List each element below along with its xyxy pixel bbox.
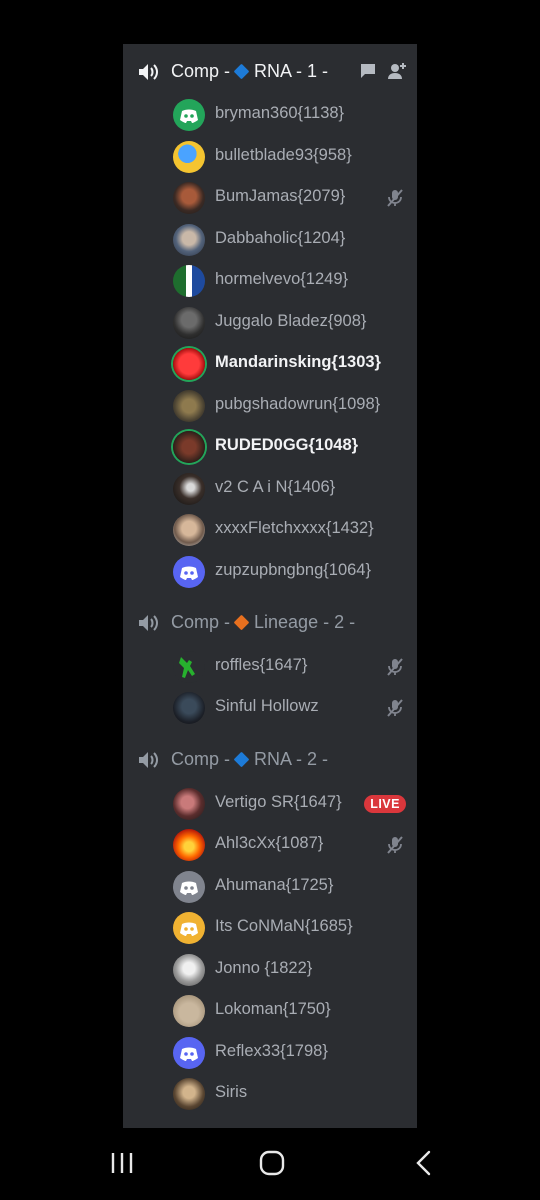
voice-member[interactable]: hormelvevo{1249} [123,262,417,300]
muted-mic-icon [387,699,403,717]
member-name: Reflex33{1798} [215,1042,328,1060]
home-icon[interactable] [258,1149,286,1177]
channel-name-prefix: Comp - [171,61,231,81]
voice-channel-list: Comp - RNA - 1 - bryman360{1138} bulletb… [123,44,417,1128]
member-name: Sinful Hollowz [215,697,319,715]
member-name: Its CoNMaN{1685} [215,917,353,935]
channel-name: Comp - Lineage - 2 - [171,612,355,633]
channel-name-suffix: Lineage - 2 - [254,612,356,632]
voice-member[interactable]: Ahl3cXx{1087} [123,826,417,864]
muted-mic-icon [387,836,403,854]
member-name: v2 C A i N{1406} [215,478,336,496]
speaker-icon [139,64,158,80]
member-name: zupzupbngbng{1064} [215,561,371,579]
member-name: xxxxFletchxxxx{1432} [215,519,374,537]
voice-member[interactable]: Jonno {1822} [123,951,417,989]
recent-apps-icon[interactable] [108,1149,136,1177]
channel-name-suffix: RNA - 1 - [254,61,329,81]
voice-channel-comp-rna-1[interactable]: Comp - RNA - 1 - [123,57,417,87]
avatar [173,514,205,546]
voice-member[interactable]: bulletblade93{958} [123,138,417,176]
avatar [173,431,205,463]
back-icon[interactable] [410,1149,438,1177]
member-name: Ahumana{1725} [215,876,334,894]
avatar [173,912,205,944]
avatar [173,1037,205,1069]
member-name: hormelvevo{1249} [215,270,349,288]
avatar [173,954,205,986]
voice-member[interactable]: Reflex33{1798} [123,1034,417,1072]
member-name: bulletblade93{958} [215,146,352,164]
avatar [173,348,205,380]
voice-member[interactable]: Sinful Hollowz [123,689,417,727]
voice-member[interactable]: Its CoNMaN{1685} [123,909,417,947]
member-name: Juggalo Bladez{908} [215,312,367,330]
avatar [173,141,205,173]
android-navigation-bar [0,1135,540,1200]
member-name: Siris [215,1083,248,1101]
voice-member[interactable]: zupzupbngbng{1064} [123,553,417,591]
voice-member[interactable]: Lokoman{1750} [123,992,417,1030]
member-name: RUDED0GG{1048} [215,436,359,454]
channel-name: Comp - RNA - 2 - [171,749,328,770]
avatar [173,692,205,724]
avatar [173,871,205,903]
voice-member[interactable]: Mandarinsking{1303} [123,345,417,383]
voice-member[interactable]: Ahumana{1725} [123,868,417,906]
channel-name-prefix: Comp - [171,612,231,632]
avatar [173,473,205,505]
voice-member[interactable]: Dabbaholic{1204} [123,221,417,259]
voice-member[interactable]: BumJamas{2079} [123,179,417,217]
avatar [173,390,205,422]
chat-icon[interactable] [359,62,377,80]
member-name: Vertigo SR{1647} [215,793,342,811]
avatar [173,829,205,861]
channel-name-prefix: Comp - [171,749,231,769]
voice-member[interactable]: v2 C A i N{1406} [123,470,417,508]
voice-member[interactable]: pubgshadowrun{1098} [123,387,417,425]
blue-diamond-icon [233,63,250,80]
voice-member[interactable]: Siris [123,1075,417,1113]
add-member-icon[interactable] [387,62,407,80]
avatar [173,788,205,820]
voice-member[interactable]: Juggalo Bladez{908} [123,304,417,342]
voice-channel-comp-rna-2[interactable]: Comp - RNA - 2 - [123,745,417,775]
avatar [173,995,205,1027]
avatar [173,556,205,588]
member-name: Ahl3cXx{1087} [215,834,324,852]
channel-name: Comp - RNA - 1 - [171,61,328,82]
avatar [173,99,205,131]
avatar [173,182,205,214]
voice-member[interactable]: xxxxFletchxxxx{1432} [123,511,417,549]
channel-name-suffix: RNA - 2 - [254,749,329,769]
blue-diamond-icon [233,751,250,768]
member-name: Lokoman{1750} [215,1000,331,1018]
avatar [173,265,205,297]
muted-mic-icon [387,658,403,676]
member-name: bryman360{1138} [215,104,345,122]
muted-mic-icon [387,189,403,207]
avatar [173,1078,205,1110]
speaker-icon [139,615,158,631]
avatar [173,307,205,339]
member-name: roffles{1647} [215,656,308,674]
voice-member[interactable]: bryman360{1138} [123,96,417,134]
avatar [173,651,205,683]
member-name: Jonno {1822} [215,959,313,977]
voice-channel-comp-lineage-2[interactable]: Comp - Lineage - 2 - [123,608,417,638]
live-badge: LIVE [364,795,406,813]
member-name: Dabbaholic{1204} [215,229,346,247]
speaker-icon [139,752,158,768]
member-name: pubgshadowrun{1098} [215,395,381,413]
voice-member[interactable]: roffles{1647} [123,648,417,686]
member-name: Mandarinsking{1303} [215,353,381,371]
orange-diamond-icon [233,614,250,631]
avatar [173,224,205,256]
voice-member[interactable]: Vertigo SR{1647} LIVE [123,785,417,823]
member-name: BumJamas{2079} [215,187,346,205]
voice-member[interactable]: RUDED0GG{1048} [123,428,417,466]
